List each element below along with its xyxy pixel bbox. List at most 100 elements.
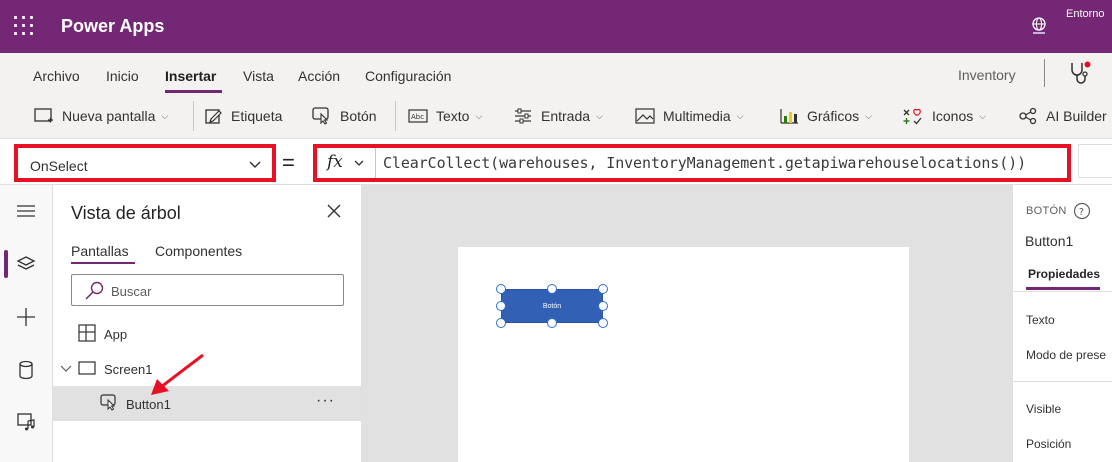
control-type-label: BOTÓN: [1026, 205, 1067, 217]
data-cylinder-icon[interactable]: [16, 360, 36, 380]
new-screen-icon: [34, 108, 53, 123]
svg-text:Abc: Abc: [411, 113, 424, 121]
formula-input[interactable]: fx ClearCollect(warehouses, InventoryMan…: [313, 144, 1071, 182]
resize-handle[interactable]: [598, 301, 608, 311]
insert-plus-icon[interactable]: [16, 307, 36, 327]
chevron-down-icon: ⌵: [865, 110, 872, 121]
media-icon[interactable]: [16, 412, 36, 432]
chevron-down-icon: ⌵: [736, 110, 744, 121]
property-posicion: Posición: [1026, 437, 1072, 451]
tree-view-layers-icon[interactable]: [16, 255, 36, 273]
rail-active-indicator: [4, 250, 8, 278]
search-placeholder: Buscar: [111, 284, 152, 299]
menu-archivo[interactable]: Archivo: [33, 68, 80, 84]
property-visible: Visible: [1026, 402, 1062, 416]
menu-divider: [1044, 59, 1045, 87]
charts-menu-button[interactable]: Gráficos ⌵: [779, 106, 872, 126]
icons-menu-button[interactable]: Iconos ⌵: [902, 106, 986, 126]
app-launcher-icon[interactable]: [14, 16, 34, 36]
resize-handle[interactable]: [547, 284, 557, 294]
edit-label-icon: [205, 109, 222, 124]
property-dropdown-value: OnSelect: [30, 158, 88, 174]
media-image-icon: [635, 108, 655, 124]
tree-view-panel: Vista de árbol Pantallas Componentes Bus…: [53, 185, 362, 462]
resize-handle[interactable]: [598, 318, 608, 328]
chevron-down-icon: ⌵: [475, 110, 483, 121]
ai-builder-menu-button[interactable]: AI Builder: [1018, 106, 1107, 126]
screen1-canvas[interactable]: Botón: [458, 247, 909, 462]
close-icon[interactable]: [326, 203, 342, 219]
panel-divider: [1013, 291, 1112, 292]
icons-menu-label: Iconos: [932, 108, 974, 124]
chevron-down-icon: ⌵: [979, 110, 987, 121]
resize-handle[interactable]: [598, 284, 608, 294]
search-icon: [85, 281, 104, 300]
fx-icon[interactable]: fx: [327, 152, 343, 172]
app-title: Power Apps: [61, 16, 165, 36]
property-modo-presentacion: Modo de prese: [1026, 348, 1107, 362]
red-arrow-annotation: [151, 353, 204, 395]
formula-bar: OnSelect = fx ClearCollect(warehouses, I…: [0, 139, 1112, 185]
active-tab-indicator: [71, 262, 135, 264]
input-menu-label: Entrada: [541, 108, 591, 124]
formula-text[interactable]: ClearCollect(warehouses, InventoryManage…: [383, 154, 1026, 172]
app-grid-icon: [78, 324, 96, 342]
formula-bar-extension[interactable]: [1078, 144, 1112, 178]
active-tab-indicator: [1026, 287, 1100, 290]
svg-text:?: ?: [1079, 207, 1084, 218]
resize-handle[interactable]: [496, 284, 506, 294]
menu-configuracion[interactable]: Configuración: [365, 68, 451, 84]
chevron-down-icon[interactable]: [353, 158, 365, 168]
ai-builder-icon: [1019, 107, 1037, 125]
new-screen-button[interactable]: Nueva pantalla ⌵: [34, 106, 168, 126]
menu-accion[interactable]: Acción: [298, 68, 340, 84]
property-dropdown[interactable]: OnSelect: [14, 144, 276, 182]
button-insert-label: Botón: [340, 108, 377, 124]
control-name-label[interactable]: Button1: [1025, 233, 1073, 249]
equals-sign: =: [282, 150, 295, 175]
tree-node-app[interactable]: App: [104, 327, 127, 342]
resize-handle[interactable]: [547, 318, 557, 328]
chevron-down-icon: ⌵: [161, 110, 169, 121]
tree-node-button1[interactable]: Button1: [126, 397, 171, 412]
tab-pantallas[interactable]: Pantallas: [71, 243, 129, 259]
property-texto: Texto: [1026, 313, 1055, 327]
panel-divider: [1013, 381, 1112, 382]
new-screen-label: Nueva pantalla: [62, 108, 156, 124]
more-options-icon[interactable]: ···: [316, 392, 335, 410]
app-header: Power Apps Entorno: [0, 0, 1112, 53]
media-menu-label: Multimedia: [663, 108, 731, 124]
ai-builder-label: AI Builder: [1046, 108, 1107, 124]
properties-panel: BOTÓN ? Button1 Propiedades Texto Modo d…: [1012, 185, 1112, 462]
help-icon[interactable]: ?: [1073, 202, 1091, 220]
button-insert-button[interactable]: Botón: [312, 106, 377, 126]
input-menu-button[interactable]: Entrada ⌵: [513, 106, 603, 126]
environment-label[interactable]: Entorno: [1066, 8, 1105, 20]
chevron-down-icon: [249, 161, 261, 168]
text-input-icon: Abc: [408, 109, 428, 123]
tab-propiedades[interactable]: Propiedades: [1028, 267, 1100, 281]
insert-ribbon: Nueva pantalla ⌵ Etiqueta Botón Abc Texto…: [0, 93, 1112, 139]
hamburger-menu-icon[interactable]: [16, 204, 36, 218]
chevron-down-icon[interactable]: [60, 363, 72, 373]
text-menu-button[interactable]: Abc Texto ⌵: [408, 106, 482, 126]
tree-search-input[interactable]: Buscar: [71, 274, 344, 306]
design-canvas: Botón: [362, 185, 1012, 462]
menu-insertar[interactable]: Insertar: [165, 68, 216, 84]
menu-vista[interactable]: Vista: [243, 68, 274, 84]
app-checker-icon[interactable]: [1068, 60, 1092, 86]
button-control-icon: [100, 394, 116, 411]
resize-handle[interactable]: [496, 301, 506, 311]
media-menu-button[interactable]: Multimedia ⌵: [635, 106, 744, 126]
bar-chart-icon: [780, 109, 798, 124]
ribbon-divider: [395, 101, 396, 131]
button-control-icon: [312, 107, 329, 125]
environment-icon[interactable]: [1031, 17, 1047, 35]
label-button-label: Etiqueta: [231, 108, 283, 124]
label-button[interactable]: Etiqueta: [205, 106, 282, 126]
menu-inicio[interactable]: Inicio: [106, 68, 139, 84]
ribbon-divider: [193, 101, 194, 131]
tab-componentes[interactable]: Componentes: [155, 243, 242, 259]
resize-handle[interactable]: [496, 318, 506, 328]
tree-view-title: Vista de árbol: [71, 203, 181, 223]
